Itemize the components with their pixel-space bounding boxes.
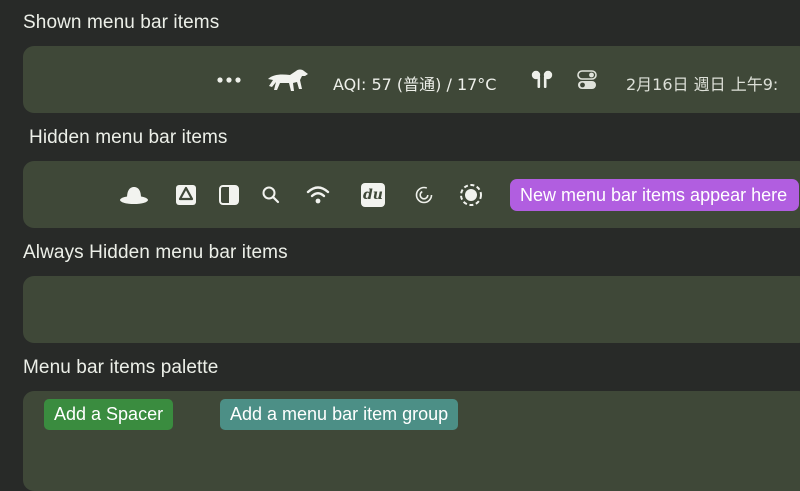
always-hidden-section-title: Always Hidden menu bar items bbox=[23, 242, 288, 263]
new-items-placeholder: New menu bar items appear here bbox=[510, 179, 800, 211]
clock-item[interactable]: 2月16日 週日 上午9: bbox=[626, 71, 778, 95]
contrast-icon[interactable] bbox=[217, 183, 241, 207]
hat-icon[interactable] bbox=[118, 183, 150, 209]
dashed-circle-icon[interactable] bbox=[458, 182, 484, 208]
airpods-icon[interactable] bbox=[529, 68, 555, 92]
spiral-icon[interactable] bbox=[413, 184, 435, 206]
control-center-icon[interactable] bbox=[576, 68, 598, 92]
more-icon[interactable] bbox=[216, 70, 242, 90]
add-item-group-button[interactable]: Add a menu bar item group bbox=[220, 399, 459, 430]
dog-icon[interactable] bbox=[264, 64, 310, 96]
always-hidden-items-panel[interactable] bbox=[23, 276, 800, 343]
aqi-weather-item[interactable]: AQI: 57 (普通) / 17°C bbox=[333, 71, 496, 95]
du-label: du bbox=[363, 187, 383, 203]
search-icon[interactable] bbox=[260, 184, 282, 206]
drive-icon[interactable] bbox=[174, 183, 198, 207]
wifi-icon[interactable] bbox=[305, 184, 331, 206]
hidden-section-title: Hidden menu bar items bbox=[29, 127, 228, 148]
add-spacer-button[interactable]: Add a Spacer bbox=[44, 399, 174, 430]
du-icon[interactable]: du bbox=[361, 183, 385, 207]
shown-section-title: Shown menu bar items bbox=[23, 12, 220, 33]
palette-section-title: Menu bar items palette bbox=[23, 357, 219, 378]
